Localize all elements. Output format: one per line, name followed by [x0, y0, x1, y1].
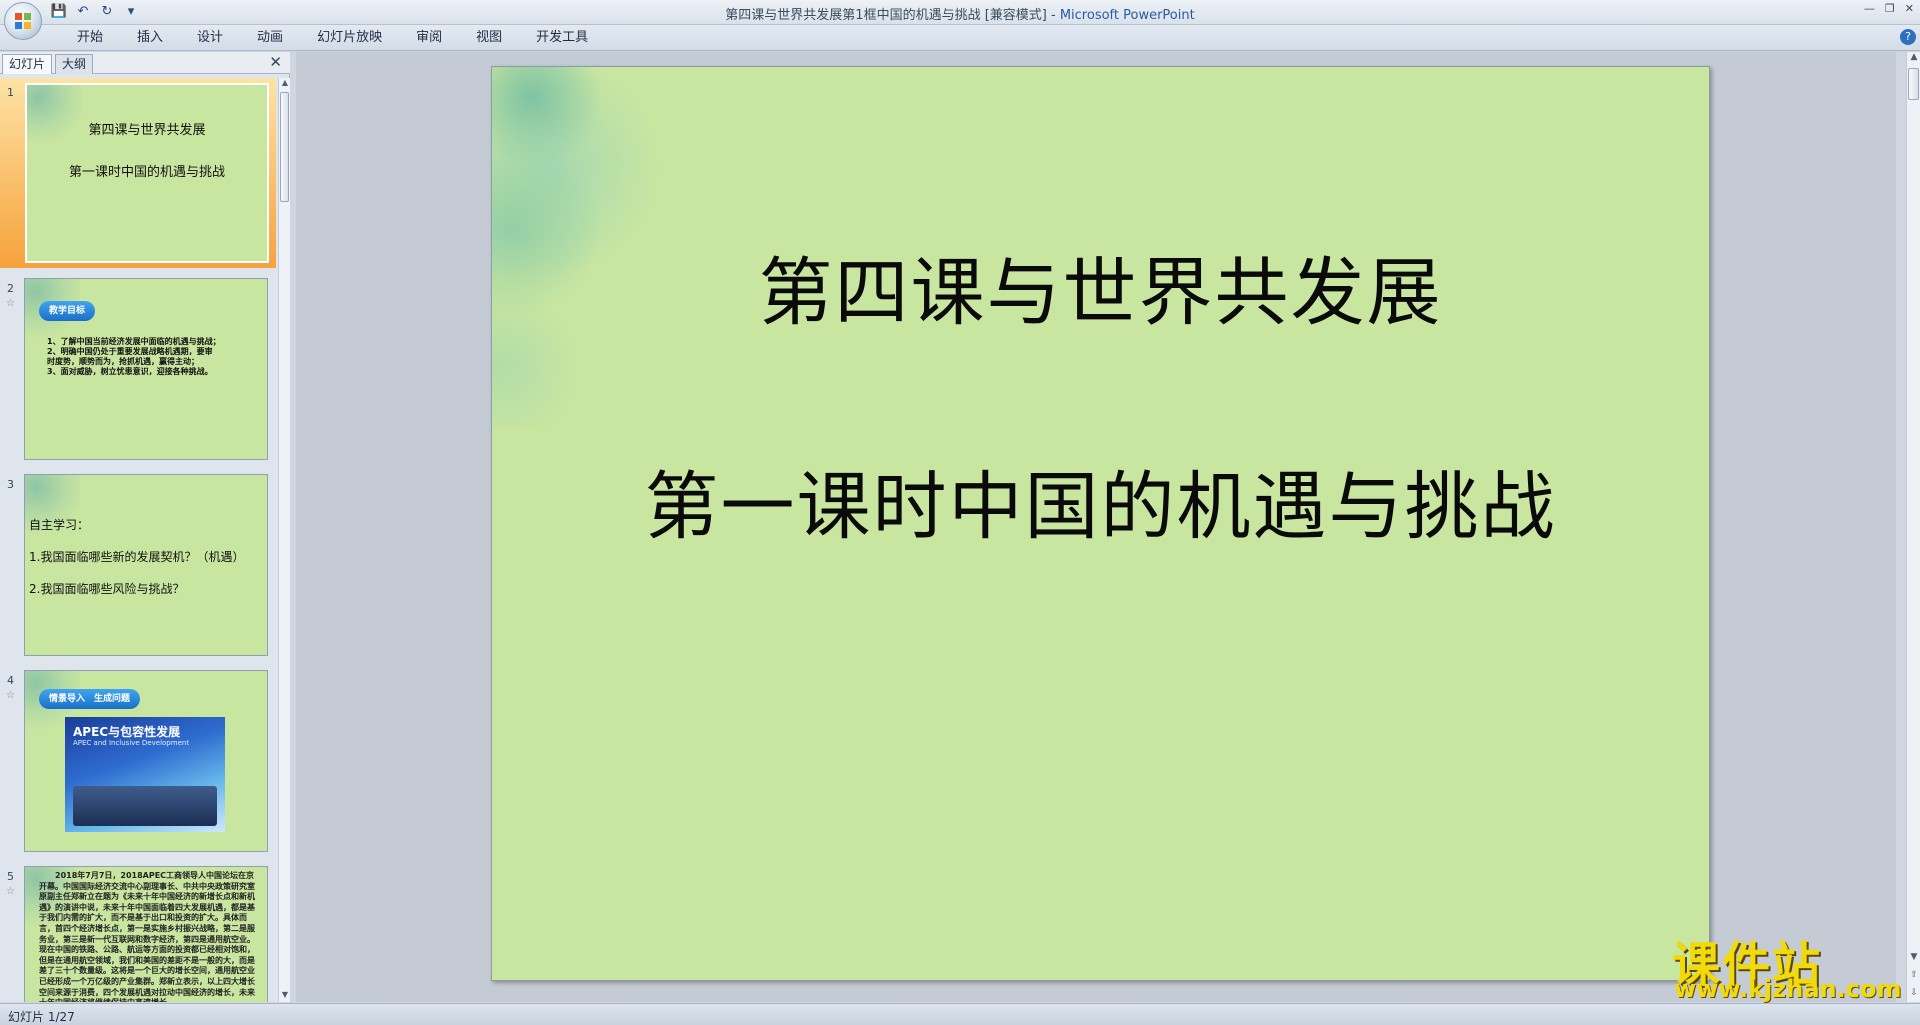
thumb-line: 自主学习：	[29, 518, 90, 532]
restore-icon[interactable]: ❐	[1885, 2, 1895, 15]
thumb-subtitle: 第一课时中国的机遇与挑战	[68, 165, 225, 180]
slide-title[interactable]: 第四课与世界共发展	[492, 233, 1709, 340]
thumbnail-list: 1 第四课与世界共发展 第一课时中国的机遇与挑战 2 ☆ 教学目标 1、了解中国…	[0, 78, 276, 1002]
panel-tabs: 幻灯片 大纲 ✕	[0, 52, 290, 74]
slide-preview: 自主学习： 1.我国面临哪些新的发展契机？（机遇） 2.我国面临哪些风险与挑战？	[24, 474, 268, 656]
thumb-pill: 情景导入 生成问题	[39, 689, 141, 709]
slide-counter: 幻灯片 1/27	[8, 1010, 75, 1024]
scrollbar-thumb[interactable]	[280, 92, 289, 202]
scroll-up-icon[interactable]: ▲	[1908, 52, 1920, 62]
thumbnail-scrollbar[interactable]: ▲ ▼	[278, 78, 290, 1002]
slide-thumbnail-5[interactable]: 5 ☆ 2018年7月7日，2018APEC工商领导人中国论坛在京开幕。中国国际…	[0, 862, 276, 1002]
title-bar: 💾 ↶ ↻ ▾ 第四课与世界共发展第1框中国的机遇与挑战 [兼容模式] - Mi…	[0, 0, 1920, 25]
slide-stage: 第四课与世界共发展 第一课时中国的机遇与挑战	[296, 52, 1896, 1002]
thumb-pill: 教学目标	[39, 301, 96, 321]
ribbon-tabs: 开始 插入 设计 动画 幻灯片放映 审阅 视图 开发工具	[60, 29, 605, 47]
scrollbar-thumb[interactable]	[1908, 68, 1919, 100]
minimize-icon[interactable]: —	[1864, 2, 1875, 15]
slide-preview: 第四课与世界共发展 第一课时中国的机遇与挑战	[25, 83, 269, 263]
previous-slide-icon[interactable]: ⇧	[1908, 970, 1920, 980]
thumb-line: 2、明确中国仍处于重要发展战略机遇期，要审	[47, 347, 213, 356]
watermark: 课件站 www.kjzhan.com	[1668, 925, 1904, 1003]
thumb-line: 1、了解中国当前经济发展中面临的机遇与挑战；	[47, 337, 221, 346]
scroll-down-icon[interactable]: ▼	[280, 990, 290, 1002]
photo-title: APEC与包容性发展	[73, 725, 181, 739]
panel-speakers-image	[73, 786, 217, 826]
ribbon: 开始 插入 设计 动画 幻灯片放映 审阅 视图 开发工具 ?	[0, 25, 1920, 51]
slide-thumbnail-3[interactable]: 3 自主学习： 1.我国面临哪些新的发展契机？（机遇） 2.我国面临哪些风险与挑…	[0, 470, 276, 660]
slide-scrollbar[interactable]: ▲ ▼ ⇧ ⇩	[1906, 52, 1920, 1002]
scroll-up-icon[interactable]: ▲	[280, 78, 290, 90]
slide-number: 2	[7, 282, 14, 295]
tab-view[interactable]: 视图	[459, 29, 519, 47]
next-slide-icon[interactable]: ⇩	[1908, 988, 1920, 998]
application-name: Microsoft PowerPoint	[1059, 8, 1195, 23]
slide-subtitle[interactable]: 第一课时中国的机遇与挑战	[492, 447, 1709, 554]
window-title: 第四课与世界共发展第1框中国的机遇与挑战 [兼容模式] - Microsoft …	[0, 4, 1920, 23]
slides-panel: 幻灯片 大纲 ✕ 1 第四课与世界共发展 第一课时中国的机遇与挑战 2 ☆ 教学…	[0, 52, 290, 1002]
apec-photo: APEC与包容性发展 APEC and Inclusive Developmen…	[65, 717, 225, 832]
thumb-body: 1、了解中国当前经济发展中面临的机遇与挑战； 2、明确中国仍处于重要发展战略机遇…	[47, 337, 252, 377]
thumb-line: 1.我国面临哪些新的发展契机？（机遇）	[29, 550, 245, 564]
slide-preview: 2018年7月7日，2018APEC工商领导人中国论坛在京开幕。中国国际经济交流…	[24, 866, 268, 1002]
tab-slides[interactable]: 幻灯片	[2, 54, 53, 74]
slide-thumbnail-4[interactable]: 4 ☆ 情景导入 生成问题 APEC与包容性发展 APEC and Inclus…	[0, 666, 276, 856]
slide-number: 5	[7, 870, 14, 883]
tab-home[interactable]: 开始	[60, 29, 120, 47]
close-icon[interactable]: ✕	[1905, 2, 1914, 15]
thumb-line: 时度势，顺势而为，抢抓机遇，赢得主动；	[47, 357, 199, 366]
tab-design[interactable]: 设计	[180, 29, 240, 47]
slide-number: 4	[7, 674, 14, 687]
panel-close-icon[interactable]: ✕	[269, 53, 282, 71]
watermark-url: www.kjzhan.com	[1674, 975, 1902, 1003]
thumb-body: 自主学习： 1.我国面临哪些新的发展契机？（机遇） 2.我国面临哪些风险与挑战？	[29, 509, 244, 605]
slide-number: 1	[7, 86, 14, 99]
slide-preview: 教学目标 1、了解中国当前经济发展中面临的机遇与挑战； 2、明确中国仍处于重要发…	[24, 278, 268, 460]
thumb-body: 2018年7月7日，2018APEC工商领导人中国论坛在京开幕。中国国际经济交流…	[39, 871, 255, 1002]
tab-outline[interactable]: 大纲	[55, 54, 94, 74]
thumb-line: 2.我国面临哪些风险与挑战？	[29, 582, 185, 596]
tab-animations[interactable]: 动画	[240, 29, 300, 47]
window-controls: — ❐ ✕	[1864, 2, 1914, 15]
office-logo-icon	[15, 13, 31, 29]
slide-preview: 情景导入 生成问题 APEC与包容性发展 APEC and Inclusive …	[24, 670, 268, 852]
animation-star-icon: ☆	[6, 886, 15, 897]
photo-subtitle: APEC and Inclusive Development	[73, 739, 190, 747]
slide-thumbnail-2[interactable]: 2 ☆ 教学目标 1、了解中国当前经济发展中面临的机遇与挑战； 2、明确中国仍处…	[0, 274, 276, 464]
tab-insert[interactable]: 插入	[120, 29, 180, 47]
animation-star-icon: ☆	[6, 298, 15, 309]
tab-developer[interactable]: 开发工具	[519, 29, 605, 47]
office-button[interactable]	[4, 2, 42, 40]
title-separator: -	[1046, 8, 1060, 23]
tab-slideshow[interactable]: 幻灯片放映	[300, 29, 399, 47]
help-icon[interactable]: ?	[1900, 29, 1916, 45]
thumb-title: 第四课与世界共发展	[88, 123, 206, 138]
slide-thumbnail-1[interactable]: 1 第四课与世界共发展 第一课时中国的机遇与挑战	[0, 78, 276, 268]
status-bar: 幻灯片 1/27	[0, 1003, 1920, 1025]
slide-number: 3	[7, 478, 14, 491]
tab-review[interactable]: 审阅	[399, 29, 459, 47]
scroll-down-icon[interactable]: ▼	[1908, 952, 1920, 962]
animation-star-icon: ☆	[6, 690, 15, 701]
thumb-line: 3、面对威胁，树立忧患意识，迎接各种挑战。	[47, 367, 213, 376]
document-title: 第四课与世界共发展第1框中国的机遇与挑战 [兼容模式]	[725, 8, 1047, 23]
current-slide[interactable]: 第四课与世界共发展 第一课时中国的机遇与挑战	[491, 66, 1710, 981]
